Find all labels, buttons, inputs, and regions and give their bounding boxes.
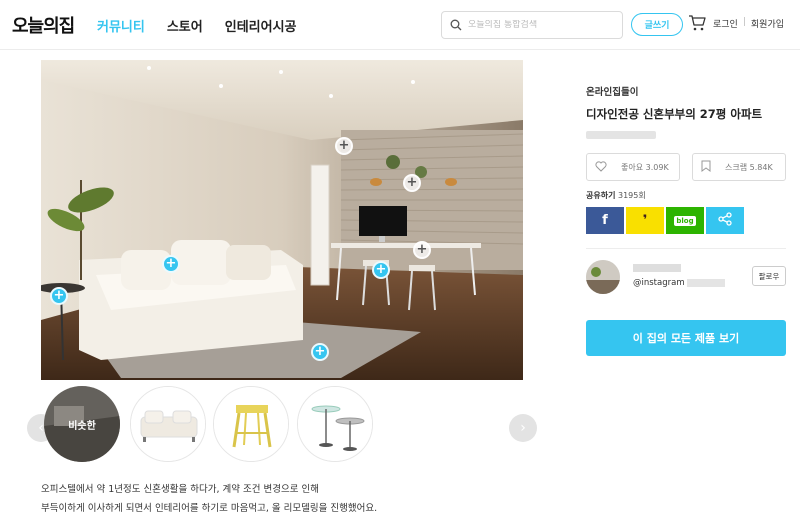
nav-community[interactable]: 커뮤니티: [97, 16, 145, 35]
chevron-right-icon[interactable]: ›: [509, 414, 537, 442]
like-label: 좋아요: [621, 162, 644, 172]
post-category[interactable]: 온라인집들이: [586, 84, 786, 98]
main-nav: 커뮤니티 스토어 인테리어시공: [97, 16, 297, 35]
search-box[interactable]: [441, 11, 623, 39]
main-photo[interactable]: + + + + + + +: [41, 60, 523, 380]
share-count: 3195회: [618, 191, 646, 200]
scrap-count: 5.84K: [749, 162, 773, 172]
author-instagram: @instagram: [633, 278, 725, 288]
facebook-share-button[interactable]: f: [586, 207, 624, 234]
product-thumbnails: ‹ 비슷한 ›: [27, 386, 537, 468]
share-buttons: f ❜ blog: [586, 207, 786, 234]
heart-icon: [595, 160, 607, 174]
post-sidebar: 온라인집들이 디자인전공 신혼부부의 27평 아파트 좋아요 3.09K 스크랩…: [586, 84, 786, 234]
auth-links: 로그인 | 회원가입: [713, 17, 784, 30]
thumbnail-side-tables[interactable]: [297, 386, 373, 462]
search-icon: [450, 16, 462, 35]
logo[interactable]: 오늘의집: [12, 12, 75, 38]
login-link[interactable]: 로그인: [713, 17, 738, 30]
share-row: 공유하기 3195회: [586, 190, 786, 201]
post-actions: 좋아요 3.09K 스크랩 5.84K: [586, 153, 786, 181]
author-instagram-handle: @instagram: [633, 278, 685, 288]
scrap-button[interactable]: 스크랩 5.84K: [692, 153, 786, 181]
signup-link[interactable]: 회원가입: [751, 17, 784, 30]
share-icon: [718, 211, 732, 230]
author-name-blurred[interactable]: [633, 264, 681, 272]
nav-store[interactable]: 스토어: [167, 16, 203, 35]
link-share-button[interactable]: [706, 207, 744, 234]
product-tag-1[interactable]: +: [335, 137, 353, 155]
sidebar-divider: [586, 248, 786, 249]
blog-share-button[interactable]: blog: [666, 207, 704, 234]
bookmark-icon: [701, 160, 711, 174]
avatar[interactable]: [586, 260, 620, 294]
product-tag-3[interactable]: +: [413, 241, 431, 259]
cart-icon[interactable]: [688, 14, 706, 36]
search-input[interactable]: [468, 20, 608, 30]
similar-label: 비슷한: [44, 386, 120, 462]
view-all-products-button[interactable]: 이 집의 모든 제품 보기: [586, 320, 786, 356]
post-meta-blurred: [586, 131, 656, 139]
top-header: 오늘의집 커뮤니티 스토어 인테리어시공 글쓰기 로그인 | 회원가입: [0, 0, 800, 50]
product-tag-4[interactable]: +: [162, 255, 180, 273]
thumbnail-rug[interactable]: 비슷한: [44, 386, 120, 462]
scrap-label: 스크랩: [725, 162, 748, 172]
kakao-share-button[interactable]: ❜: [626, 207, 664, 234]
blog-icon: blog: [674, 215, 696, 226]
thumbnail-stool[interactable]: [213, 386, 289, 462]
post-title: 디자인전공 신혼부부의 27평 아파트: [586, 107, 763, 121]
like-button[interactable]: 좋아요 3.09K: [586, 153, 680, 181]
like-count: 3.09K: [645, 162, 669, 172]
author-info: @instagram 팔로우: [586, 260, 786, 296]
kakao-icon: ❜: [642, 213, 648, 228]
thumbnail-sofa[interactable]: [130, 386, 206, 462]
post-description: 오피스텔에서 약 1년정도 신혼생활을 하다가, 계약 조건 변경으로 인해 부…: [41, 480, 521, 518]
follow-button[interactable]: 팔로우: [752, 266, 786, 286]
auth-separator: |: [742, 17, 746, 27]
description-line-2: 부득이하게 이사하게 되면서 인테리어를 하기로 마음먹고, 올 리모델링을 진…: [41, 503, 378, 514]
description-line-1: 오피스텔에서 약 1년정도 신혼생활을 하다가, 계약 조건 변경으로 인해: [41, 484, 319, 495]
share-label: 공유하기: [586, 191, 616, 200]
product-tag-5[interactable]: +: [372, 261, 390, 279]
facebook-icon: f: [602, 213, 608, 228]
product-tag-6[interactable]: +: [50, 287, 68, 305]
write-button[interactable]: 글쓰기: [631, 13, 683, 36]
nav-interior-service[interactable]: 인테리어시공: [225, 16, 297, 35]
product-tag-7[interactable]: +: [311, 343, 329, 361]
product-tag-2[interactable]: +: [403, 174, 421, 192]
author-instagram-blurred: [686, 278, 725, 287]
